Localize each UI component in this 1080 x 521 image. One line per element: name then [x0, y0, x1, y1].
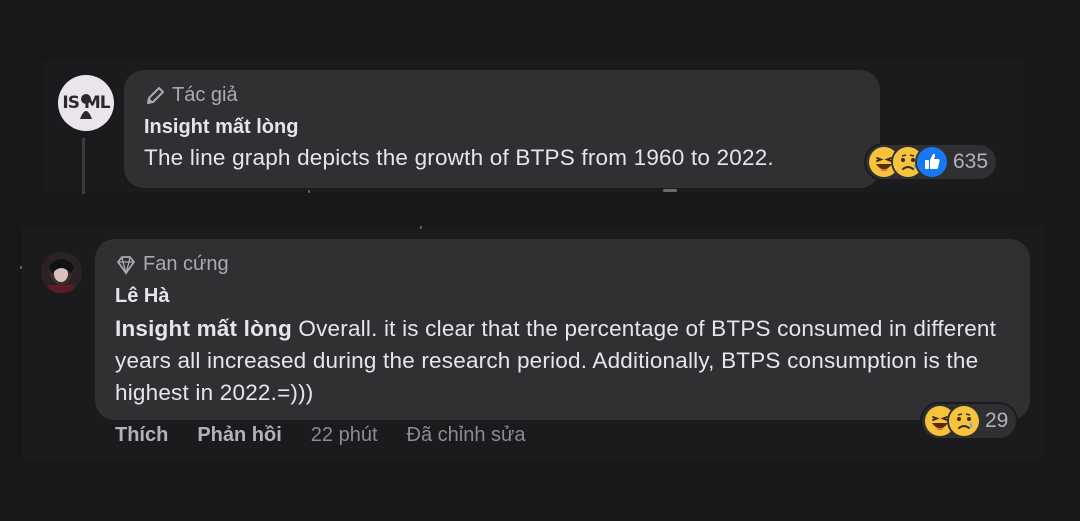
- divider-dot: [663, 189, 677, 192]
- avatar-figure-icon: [80, 94, 92, 119]
- pencil-icon: [147, 86, 164, 104]
- like-button[interactable]: Thích: [115, 424, 168, 447]
- reaction-count: 635: [953, 150, 989, 173]
- author-avatar[interactable]: IS ML: [58, 75, 114, 131]
- thread-line: [82, 138, 85, 194]
- mention-tag[interactable]: Insight mất lòng: [115, 316, 292, 341]
- reaction-count: 29: [985, 409, 1009, 432]
- reaction-summary[interactable]: 29: [922, 404, 1017, 438]
- fan-badge: Fan cứng: [115, 253, 229, 276]
- like-icon: [917, 147, 947, 177]
- divider-dot: [420, 226, 422, 229]
- user-avatar[interactable]: [41, 252, 82, 293]
- sad-icon: [949, 406, 979, 436]
- comment-actions: Thích Phản hồi 22 phút Đã chỉnh sửa: [115, 424, 526, 447]
- avatar-photo-icon: [41, 252, 82, 293]
- diamond-icon: [117, 255, 135, 275]
- author-badge: Tác giả: [144, 84, 238, 107]
- comment-text: The line graph depicts the growth of BTP…: [144, 145, 774, 170]
- reply-button[interactable]: Phản hồi: [197, 424, 281, 447]
- reaction-summary[interactable]: 635: [866, 145, 997, 179]
- comment-author[interactable]: Lê Hà: [115, 285, 169, 308]
- badge-label: Tác giả: [172, 84, 238, 106]
- divider-dot: [308, 190, 310, 193]
- comment-text: Insight mất lòng Overall. it is clear th…: [115, 313, 1015, 409]
- badge-label: Fan cứng: [143, 253, 229, 275]
- edited-label[interactable]: Đã chỉnh sửa: [407, 424, 526, 447]
- comment-author[interactable]: Insight mất lòng: [144, 116, 298, 139]
- timestamp[interactable]: 22 phút: [311, 424, 378, 447]
- divider-dot: [20, 266, 22, 269]
